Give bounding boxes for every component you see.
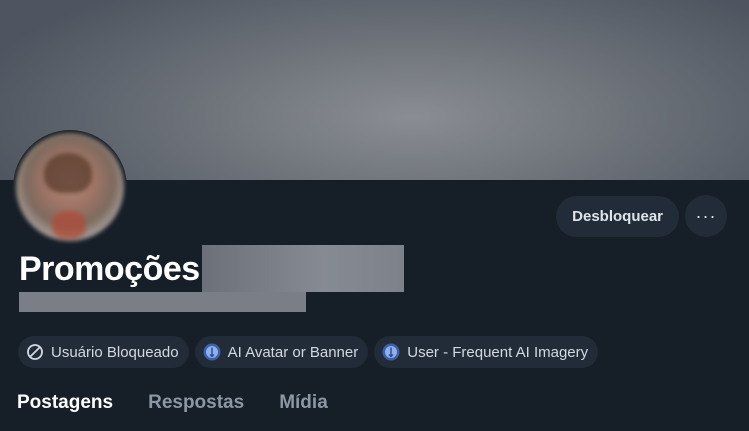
label-frequent-ai-imagery[interactable]: User - Frequent AI Imagery bbox=[374, 336, 599, 368]
unblock-button[interactable]: Desbloquear bbox=[556, 195, 679, 237]
moderation-labels: Usuário Bloqueado AI Avatar or Banner Us… bbox=[18, 336, 599, 368]
display-name: Promoções bbox=[19, 249, 200, 288]
label-blocked-user[interactable]: Usuário Bloqueado bbox=[18, 336, 189, 368]
profile-page: Desbloquear ··· Promoções Usuário Bloque… bbox=[0, 0, 749, 431]
tab-replies[interactable]: Respostas bbox=[148, 389, 244, 417]
labeler-avatar-icon bbox=[382, 343, 400, 361]
redacted-name-block bbox=[201, 245, 404, 292]
profile-tabs: Postagens Respostas Mídia bbox=[17, 389, 328, 417]
more-options-button[interactable]: ··· bbox=[685, 195, 727, 237]
avatar-image bbox=[16, 133, 124, 241]
label-text: AI Avatar or Banner bbox=[227, 343, 359, 361]
tab-media[interactable]: Mídia bbox=[279, 389, 328, 417]
label-ai-avatar-banner[interactable]: AI Avatar or Banner bbox=[194, 336, 369, 368]
blocked-icon bbox=[26, 343, 44, 361]
tab-posts[interactable]: Postagens bbox=[17, 389, 113, 417]
label-text: User - Frequent AI Imagery bbox=[407, 343, 589, 361]
labeler-avatar-icon bbox=[203, 343, 221, 361]
profile-actions: Desbloquear ··· bbox=[556, 195, 727, 237]
profile-avatar[interactable] bbox=[13, 130, 127, 244]
profile-name-row: Promoções bbox=[19, 245, 404, 292]
ellipsis-icon: ··· bbox=[695, 206, 717, 226]
redacted-handle-block bbox=[19, 292, 306, 312]
label-text: Usuário Bloqueado bbox=[51, 343, 179, 361]
